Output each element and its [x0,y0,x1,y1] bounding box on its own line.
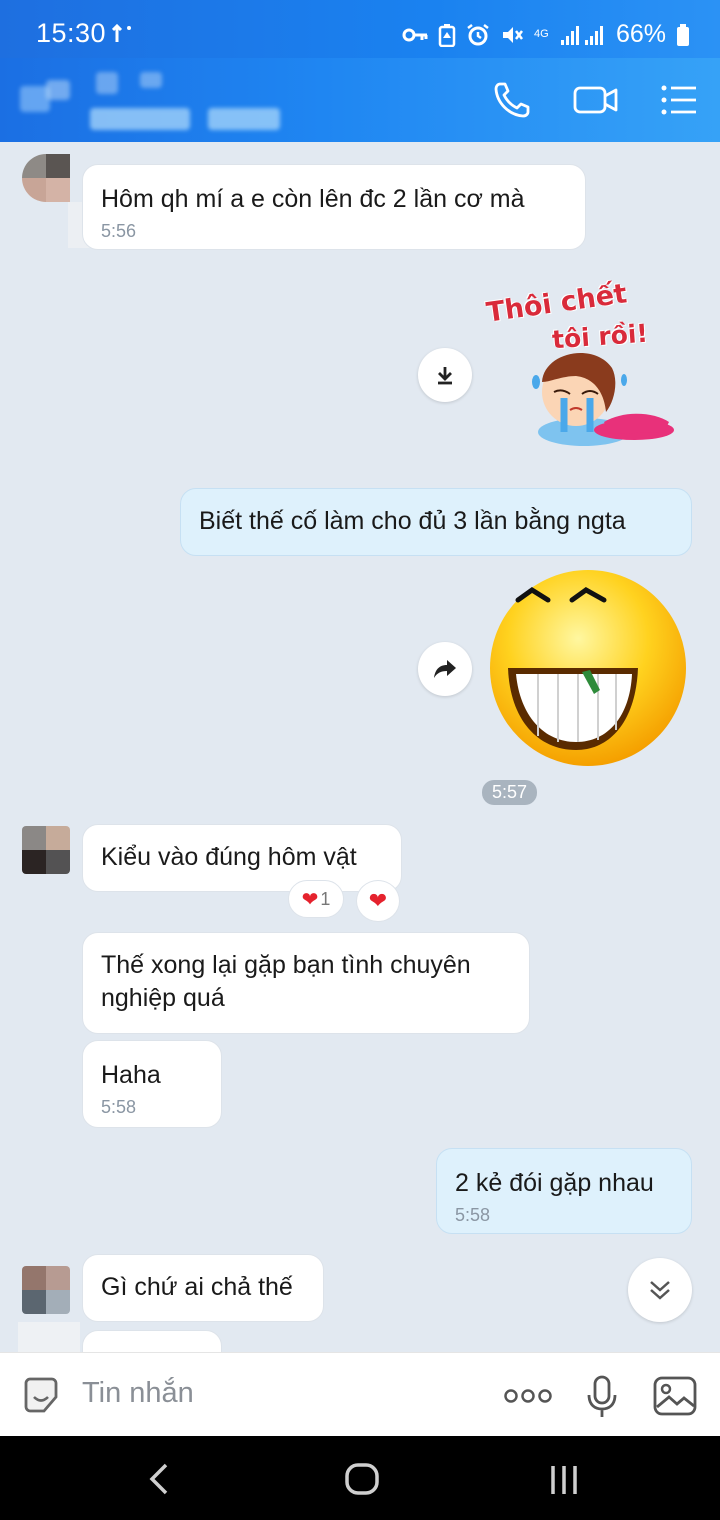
chat-header [0,58,720,142]
back-area-blurred[interactable] [20,80,72,116]
image-gallery-icon[interactable] [652,1375,698,1417]
heart-icon: ❤ [368,888,388,913]
key-icon [402,28,428,41]
chevron-double-down-icon [650,1281,670,1300]
sticker-grinning-emoji[interactable] [486,570,692,770]
emoji-graphic [490,570,686,766]
phone-icon[interactable] [490,78,534,122]
message-text: Haha [101,1061,161,1089]
react-button[interactable]: ❤ [356,880,400,922]
system-nav-bar [0,1436,720,1520]
message-text: Biết thế cố làm cho đủ 3 lần bằng ngta [199,507,626,535]
message-list[interactable]: Hôm qh mí a e còn lên đc 2 lần cơ mà 5:5… [0,142,720,1352]
battery-saver-icon [438,23,456,47]
message-time: 5:58 [455,1205,491,1225]
data-transfer-icon [112,23,131,42]
sticker-crying-girl[interactable]: Thôi chết tôi rồi! [484,278,694,468]
message-bubble-incoming[interactable]: Thế xong lại gặp bạn tình chuyên nghiệp … [82,932,530,1034]
download-icon [438,367,452,385]
download-button[interactable] [418,348,472,402]
battery-level: 66% [615,20,666,48]
message-text: Hôm qh mí a e còn lên đc 2 lần cơ mà [101,185,525,213]
home-nav-icon[interactable] [344,1462,380,1496]
message-bubble-outgoing[interactable]: Biết thế cố làm cho đủ 3 lần bằng ngta [180,488,692,556]
message-bubble-incoming[interactable]: Gì chứ ai chả thế [82,1254,324,1322]
more-options-icon[interactable] [504,1387,552,1405]
message-bubble-incoming[interactable]: Hôm qh mí a e còn lên đc 2 lần cơ mà 5:5… [82,164,586,250]
status-time: 15:30 [36,18,107,48]
message-bubble-outgoing[interactable]: 2 kẻ đói gặp nhau 5:58 [436,1148,692,1234]
message-text: 2 kẻ đói gặp nhau [455,1169,654,1197]
video-call-icon[interactable] [572,78,620,122]
reaction-count: 1 [320,888,331,909]
blurred-patch [18,1322,80,1352]
message-bubble-incoming[interactable]: Haha 5:58 [82,1040,222,1128]
avatar[interactable] [22,1266,70,1314]
recent-apps-nav-icon[interactable] [548,1464,580,1496]
message-text-line2: nghiệp quá [101,984,225,1012]
forward-button[interactable] [418,642,472,696]
reaction-summary[interactable]: ❤ 1 [288,880,344,918]
sticker-icon[interactable] [22,1377,66,1415]
signal-icon [560,25,603,45]
microphone-icon[interactable] [586,1375,618,1419]
menu-list-icon[interactable] [656,78,700,122]
message-time: 5:56 [101,221,137,241]
status-bar: 15:30 4G 66% [0,0,720,64]
alarm-icon [467,23,489,45]
message-text: Gì chứ ai chả thế [101,1273,293,1301]
avatar[interactable] [22,154,70,202]
heart-icon: ❤ [301,888,319,911]
avatar[interactable] [22,826,70,874]
message-bubble-incoming[interactable]: Kiểu vào đúng hôm vật [82,824,402,892]
contact-name-blurred[interactable] [90,72,310,132]
network-type: 4G [533,28,549,40]
message-bubble-incoming-partial[interactable] [82,1330,222,1352]
message-text: Kiểu vào đúng hôm vật [101,843,357,871]
forward-arrow-icon [434,660,456,678]
message-text-line1: Thế xong lại gặp bạn tình chuyên [101,951,471,979]
back-nav-icon[interactable] [146,1462,172,1496]
battery-icon [677,23,689,46]
message-input-bar: Tin nhắn [0,1352,720,1436]
time-pill: 5:57 [482,780,538,805]
scroll-to-bottom-button[interactable] [628,1258,692,1322]
mute-icon [502,26,523,43]
message-time: 5:58 [101,1097,137,1117]
message-input[interactable]: Tin nhắn [82,1377,194,1410]
